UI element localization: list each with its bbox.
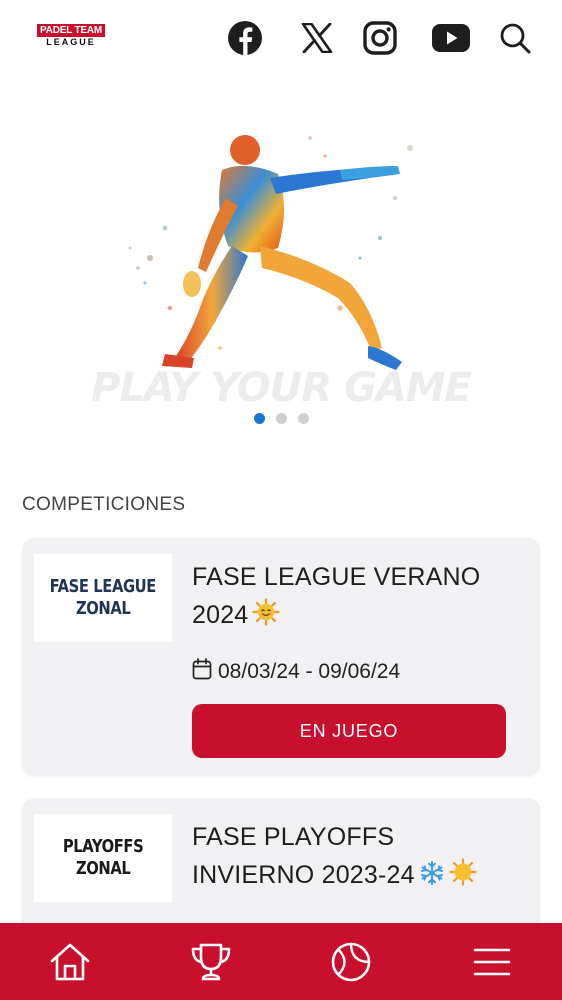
calendar-icon: [192, 658, 212, 686]
search-icon[interactable]: [497, 20, 533, 56]
competition-date-range: 08/03/24 - 09/06/24: [218, 660, 401, 683]
app-header: PADEL TEAM LEAGUE: [0, 0, 562, 78]
competition-title: FASE LEAGUE VERANO 2024: [192, 558, 522, 637]
bottom-navigation: [0, 923, 562, 1000]
padel-team-league-logo[interactable]: PADEL TEAM LEAGUE: [37, 24, 105, 48]
youtube-icon[interactable]: [431, 20, 471, 56]
sun-smiling-icon: [252, 598, 281, 637]
competition-title: FASE PLAYOFFS INVIERNO 2023-24: [192, 818, 522, 897]
home-icon[interactable]: [0, 923, 141, 1000]
status-button[interactable]: EN JUEGO: [192, 704, 506, 758]
carousel-dot[interactable]: [253, 413, 265, 424]
trophy-icon[interactable]: [141, 923, 282, 1000]
padel-player-illustration: [128, 135, 413, 370]
carousel-dot[interactable]: [275, 413, 287, 424]
competition-title-text: FASE PLAYOFFS INVIERNO 2023-24: [192, 823, 415, 889]
logo-top-text: PADEL TEAM: [37, 24, 105, 37]
competition-title-text: FASE LEAGUE VERANO 2024: [192, 563, 481, 629]
carousel-dot[interactable]: [297, 413, 309, 424]
tennis-ball-icon[interactable]: [281, 923, 422, 1000]
logo-bottom-text: LEAGUE: [46, 37, 96, 47]
carousel-tagline: PLAY YOUR GAME: [91, 365, 472, 411]
hero-carousel[interactable]: PLAY YOUR GAME: [0, 80, 562, 440]
competition-logo-line1: FASE LEAGUE: [49, 576, 157, 597]
facebook-icon[interactable]: [227, 20, 263, 56]
snowflake-icon: [419, 859, 445, 897]
competition-card[interactable]: FASE LEAGUE ZONAL FASE LEAGUE VERANO 202…: [22, 538, 540, 776]
competition-logo: PLAYOFFS ZONAL: [34, 814, 172, 902]
carousel-pagination: [0, 413, 562, 424]
instagram-icon[interactable]: [362, 20, 398, 56]
competition-logo: FASE LEAGUE ZONAL: [34, 554, 172, 642]
x-icon[interactable]: [299, 20, 335, 56]
competition-logo-line2: ZONAL: [75, 858, 131, 879]
competition-logo-line2: ZONAL: [75, 598, 131, 619]
competition-dates: 08/03/24 - 09/06/24: [192, 658, 400, 686]
section-title: COMPETICIONES: [22, 494, 186, 515]
menu-icon[interactable]: [422, 923, 562, 1000]
competition-logo-line1: PLAYOFFS: [62, 836, 144, 857]
sun-icon: [449, 858, 477, 897]
